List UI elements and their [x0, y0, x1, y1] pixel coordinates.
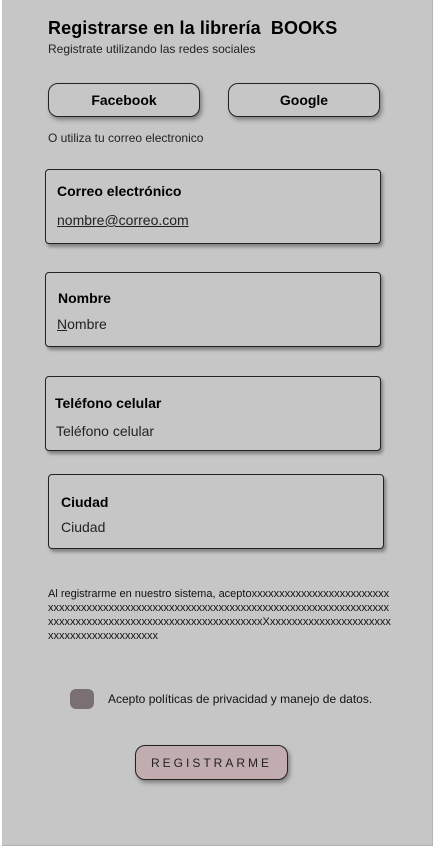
registration-screen: Registrarse en la librería BOOKS Registr…: [2, 0, 433, 846]
email-field-label: Correo electrónico: [57, 183, 182, 199]
name-field-value[interactable]: Nombre: [57, 316, 107, 332]
terms-text: Al registrarme en nuestro sistema, acept…: [48, 588, 391, 642]
name-field-value-rest: ombre: [67, 316, 107, 332]
city-field[interactable]: Ciudad Ciudad: [48, 474, 384, 549]
page-title: Registrarse en la librería BOOKS: [48, 18, 338, 38]
city-field-value[interactable]: Ciudad: [61, 519, 105, 535]
phone-field-value[interactable]: Teléfono celular: [56, 423, 154, 439]
name-field-label: Nombre: [58, 290, 111, 306]
email-field-value[interactable]: nombre@correo.com: [57, 212, 189, 228]
register-button[interactable]: REGISTRARME: [135, 745, 288, 780]
name-field-value-first-letter: N: [57, 316, 68, 332]
facebook-button[interactable]: Facebook: [48, 83, 200, 117]
city-field-label: Ciudad: [61, 494, 109, 510]
phone-field-label: Teléfono celular: [55, 395, 162, 411]
privacy-checkbox-label: Acepto políticas de privacidad y manejo …: [108, 692, 373, 706]
page-subtitle: Registrate utilizando las redes sociales: [48, 42, 256, 56]
name-field[interactable]: Nombre Nombre: [45, 272, 381, 347]
phone-field[interactable]: Teléfono celular Teléfono celular: [45, 376, 381, 451]
email-alternative-text: O utiliza tu correo electronico: [48, 131, 204, 145]
privacy-checkbox[interactable]: [70, 689, 94, 709]
email-field[interactable]: Correo electrónico nombre@correo.com: [45, 169, 381, 244]
google-button[interactable]: Google: [228, 83, 380, 117]
